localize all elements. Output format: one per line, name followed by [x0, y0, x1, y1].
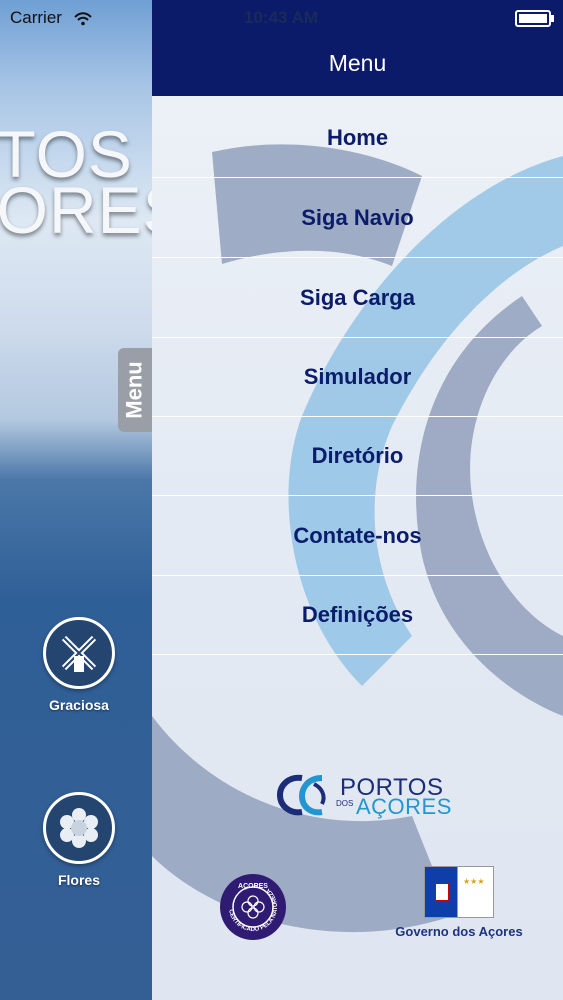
menu-item-label: Siga Carga: [300, 284, 415, 310]
side-menu-panel: Menu Home Siga Navio Siga Carga Simulado…: [152, 0, 563, 1000]
carrier-label: Carrier: [10, 8, 93, 28]
menu-item-label: Simulador: [303, 363, 412, 389]
menu-item-simulador[interactable]: Simulador: [152, 337, 563, 417]
menu-item-label: Definições: [301, 601, 414, 627]
brand-line2: AÇORES: [356, 794, 452, 819]
status-bar: Carrier 10:43 AM: [0, 0, 563, 34]
wifi-icon: [73, 11, 92, 25]
island-graciosa-label: Graciosa: [49, 697, 109, 713]
acores-certification-seal: CERTIFICADO PELA NATUREZA AÇORES: [220, 874, 286, 940]
portos-dos-acores-logo: PORTOS DOS AÇORES: [274, 770, 451, 819]
status-time: 10:43 AM: [244, 8, 319, 27]
island-flores-label: Flores: [57, 872, 100, 888]
menu-item-label: Diretório: [311, 442, 404, 468]
menu-item-label: Siga Navio: [301, 204, 414, 230]
menu-toggle-label: Menu: [122, 361, 148, 419]
menu-toggle-tab[interactable]: Menu: [118, 348, 152, 432]
brand-small-text: DOS: [336, 799, 354, 808]
island-flores-button[interactable]: Flores: [40, 792, 118, 888]
menu-item-label: Contate-nos: [293, 522, 422, 548]
menu-item-siga-navio[interactable]: Siga Navio: [152, 178, 563, 258]
menu-item-home[interactable]: Home: [152, 98, 563, 178]
island-graciosa-button[interactable]: Graciosa: [40, 617, 118, 713]
left-background-pane: RTOS ÇORES Menu Graciosa: [0, 0, 152, 1000]
government-label: Governo dos Açores: [395, 924, 523, 939]
menu-item-label: Home: [326, 124, 389, 150]
menu-item-definicoes[interactable]: Definições: [152, 575, 563, 655]
windmill-icon: [43, 617, 115, 689]
battery-icon: [515, 10, 554, 27]
menu-item-diretorio[interactable]: Diretório: [152, 416, 563, 496]
menu-item-siga-carga[interactable]: Siga Carga: [152, 258, 563, 338]
seal-top-text: AÇORES: [238, 883, 268, 890]
flower-icon: [43, 792, 115, 864]
menu-item-contate-nos[interactable]: Contate-nos: [152, 496, 563, 576]
portos-logo-icon: [276, 774, 326, 816]
governo-acores-logo: ★★★ Governo dos Açores: [384, 866, 534, 939]
acores-flag-icon: ★★★: [424, 866, 494, 918]
background-logo-line2: ÇORES: [0, 173, 152, 247]
background-logo-text: RTOS ÇORES: [0, 121, 152, 247]
menu-title: Menu: [328, 50, 387, 76]
carrier-name: Carrier: [10, 8, 62, 27]
